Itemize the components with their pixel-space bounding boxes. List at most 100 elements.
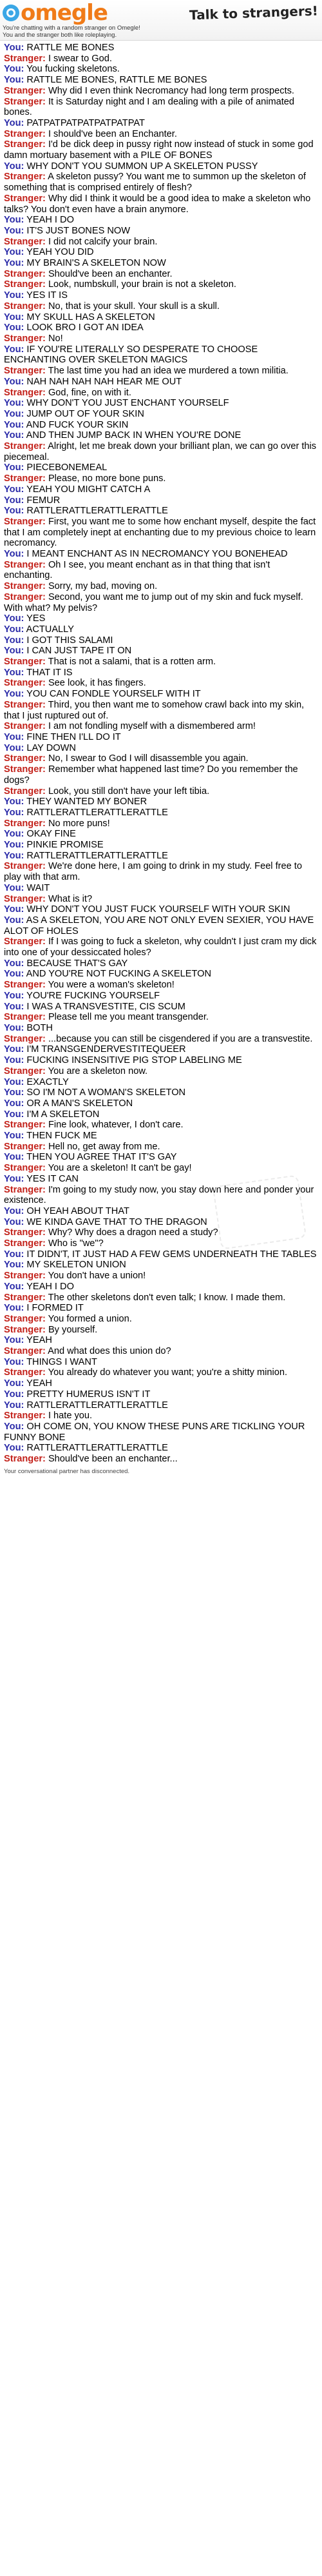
chat-message: You: OH COME ON, YOU KNOW THESE PUNS ARE… [4,1422,318,1443]
speaker-stranger: Stranger: [4,818,46,829]
message-text: Should've been an enchanter... [48,1454,178,1465]
message-text: AND YOU'RE NOT FUCKING A SKELETON [26,969,212,980]
speaker-you: You: [4,290,24,301]
speaker-you: You: [4,215,24,226]
speaker-stranger: Stranger: [4,1163,46,1174]
chat-message: You: MY SKELETON UNION [4,1260,318,1271]
chat-message: Stranger: You were a woman's skeleton! [4,980,318,991]
speaker-stranger: Stranger: [4,559,46,570]
speaker-stranger: Stranger: [4,1346,46,1357]
message-text: RATTLERATTLERATTLERATTLE [26,506,168,517]
chat-message: Stranger: No, that is your skull. Your s… [4,301,318,312]
message-text: ...because you can still be cisgendered … [48,1033,313,1044]
chat-message: Stranger: Look, numbskull, your brain is… [4,279,318,290]
message-text: LAY DOWN [26,742,76,753]
chat-message: You: FEMUR [4,495,318,506]
omegle-logo[interactable]: omegle [3,1,108,25]
chat-message: Stranger: Second, you want me to jump ou… [4,592,318,613]
message-text: RATTLE ME BONES, RATTLE ME BONES [26,75,207,86]
chat-message: You: LOOK BRO I GOT AN IDEA [4,322,318,333]
chat-message: You: EXACTLY [4,1077,318,1088]
chat-message: You: IT'S JUST BONES NOW [4,226,318,237]
message-text: IF YOU'RE LITERALLY SO DESPERATE TO CHOO… [4,344,258,366]
message-text: I MEANT ENCHANT AS IN NECROMANCY YOU BON… [26,549,288,560]
chat-message: Stranger: A skeleton pussy? You want me … [4,172,318,193]
message-text: FEMUR [26,495,61,506]
message-text: WHY DON'T YOU SUMMON UP A SKELETON PUSSY [26,161,258,172]
message-text: PRETTY HUMERUS ISN'T IT [26,1389,151,1400]
watermark-stamp [212,1174,307,1250]
speaker-you: You: [4,1422,24,1432]
speaker-you: You: [4,1044,24,1055]
message-text: OH YEAH ABOUT THAT [26,1205,129,1216]
speaker-stranger: Stranger: [4,1411,46,1422]
message-text: IT DIDN'T, IT JUST HAD A FEW GEMS UNDERN… [26,1249,317,1260]
message-text: YEAH I DO [26,1281,74,1292]
speaker-stranger: Stranger: [4,1141,46,1152]
chat-message: Stranger: Should've been an enchanter. [4,269,318,280]
speaker-you: You: [4,613,24,624]
chat-message: Stranger: See look, it has fingers. [4,678,318,689]
chat-message: Stranger: No, I swear to God I will disa… [4,753,318,764]
message-text: THEN FUCK ME [26,1131,97,1142]
speaker-you: You: [4,247,24,258]
speaker-stranger: Stranger: [4,1012,46,1023]
speaker-stranger: Stranger: [4,128,46,139]
message-text: We're done here, I am going to drink in … [4,861,302,883]
message-text: What is it? [48,893,93,904]
chat-message: You: LAY DOWN [4,743,318,754]
message-text: YEAH [26,1335,52,1346]
speaker-stranger: Stranger: [4,53,46,64]
chat-message: Stranger: God, fine, on with it. [4,388,318,399]
chat-message: You: I'M A SKELETON [4,1109,318,1120]
chat-message: You: PATPATPATPATPATPATPAT [4,118,318,129]
message-text: You formed a union. [48,1313,132,1324]
speaker-you: You: [4,1249,24,1260]
chat-message: Stranger: Sorry, my bad, moving on. [4,581,318,592]
chat-message: You: BECAUSE THAT'S GAY [4,958,318,969]
chat-message: You: OKAY FINE [4,829,318,840]
message-text: Who is "we"? [48,1238,104,1249]
message-text: RATTLERATTLERATTLERATTLE [26,807,168,818]
speaker-stranger: Stranger: [4,786,46,797]
message-text: I'M TRANSGENDERVESTITEQUEER [26,1044,186,1055]
speaker-you: You: [4,624,24,635]
chat-message: You: I WAS A TRANSVESTITE, CIS SCUM [4,1002,318,1013]
chat-message: You: YEAH [4,1335,318,1346]
speaker-you: You: [4,1443,24,1454]
message-text: Fine look, whatever, I don't care. [48,1120,184,1131]
message-text: YEAH YOU MIGHT CATCH A [26,484,151,495]
message-text: LOOK BRO I GOT AN IDEA [26,322,144,333]
speaker-you: You: [4,969,24,980]
chat-message: Stranger: Please, no more bone puns. [4,473,318,484]
speaker-you: You: [4,64,24,75]
chat-message: You: I CAN JUST TAPE IT ON [4,646,318,657]
speaker-stranger: Stranger: [4,387,46,398]
chat-message: You: YEAH I DO [4,215,318,226]
chat-message: You: MY SKULL HAS A SKELETON [4,312,318,323]
chat-message: You: RATTLERATTLERATTLERATTLE [4,506,318,517]
message-text: OKAY FINE [26,829,76,840]
message-text: I swear to God. [48,53,112,64]
message-text: A skeleton pussy? You want me to summon … [4,172,306,193]
chat-message: Stranger: Third, you then want me to som… [4,700,318,721]
speaker-you: You: [4,495,24,506]
speaker-you: You: [4,807,24,818]
speaker-stranger: Stranger: [4,657,46,668]
speaker-you: You: [4,1001,24,1012]
speaker-stranger: Stranger: [4,699,46,710]
message-text: YOU CAN FONDLE YOURSELF WITH IT [26,689,201,700]
chat-message: Stranger: No more puns! [4,818,318,829]
chat-message: Stranger: Look, you still don't have you… [4,786,318,797]
speaker-stranger: Stranger: [4,236,46,247]
speaker-you: You: [4,667,24,678]
speaker-stranger: Stranger: [4,172,46,183]
speaker-you: You: [4,732,24,742]
chat-message: Stranger: I did not calcify your brain. [4,237,318,248]
chat-message: You: YOU'RE FUCKING YOURSELF [4,991,318,1002]
message-text: FUCKING INSENSITIVE PIG STOP LABELING ME [26,1055,242,1066]
chat-message: You: PINKIE PROMISE [4,840,318,851]
chat-message: Stranger: I swear to God. [4,54,318,64]
speaker-you: You: [4,840,24,851]
chat-message: You: YOU CAN FONDLE YOURSELF WITH IT [4,689,318,700]
